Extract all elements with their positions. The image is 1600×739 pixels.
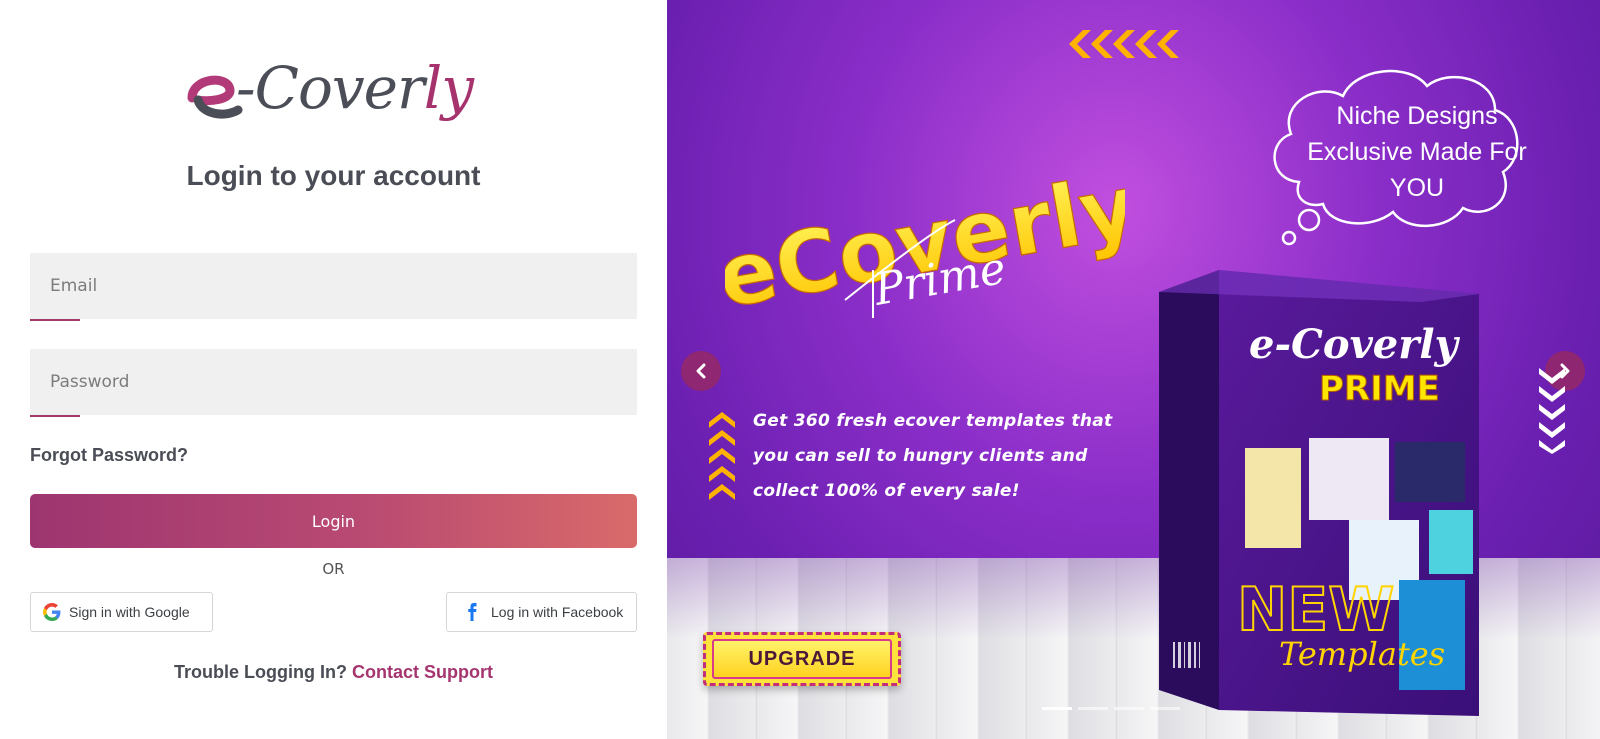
logo-wordmark: -Coverly: [236, 54, 474, 122]
cloud-line-3: YOU: [1389, 174, 1445, 202]
upgrade-button[interactable]: UPGRADE: [703, 632, 901, 686]
forgot-password-link[interactable]: Forgot Password?: [30, 445, 188, 466]
login-panel: -Coverly Login to your account Forgot Pa…: [0, 0, 667, 739]
upgrade-label: UPGRADE: [712, 639, 892, 679]
email-field[interactable]: [30, 253, 637, 319]
chevrons-up-icon: [709, 412, 735, 500]
product-templates-text: Templates: [1279, 635, 1445, 673]
slider-dot[interactable]: [1042, 707, 1072, 710]
logo-main-text: -Cover: [236, 54, 425, 122]
facebook-login-button[interactable]: Log in with Facebook: [446, 592, 637, 632]
slider-indicators: [1042, 707, 1180, 710]
logo-e-mark-icon: [187, 75, 243, 119]
slider-prev-button[interactable]: [681, 351, 721, 391]
cloud-line-1: Niche Designs: [1336, 102, 1498, 130]
chevrons-left-icon: [1069, 30, 1179, 58]
promo-banner-slide: eCoverly Prime Niche Designs Exclusive M…: [667, 0, 1600, 739]
or-divider: OR: [322, 560, 345, 578]
cloud-text: Niche Designs Exclusive Made For YOU: [1287, 98, 1547, 206]
trouble-text: Trouble Logging In?: [174, 662, 347, 682]
product-brand-text: e-Coverly: [1249, 321, 1461, 368]
page-title: Login to your account: [186, 160, 481, 191]
facebook-login-label: Log in with Facebook: [491, 604, 624, 620]
slider-dot[interactable]: [1078, 707, 1108, 710]
email-field-underline: [30, 319, 80, 321]
logo-accent-text: ly: [423, 54, 474, 122]
cloud-line-2: Exclusive Made For: [1307, 138, 1527, 166]
chevron-left-icon: [696, 363, 706, 379]
password-field[interactable]: [30, 349, 637, 415]
tagline-line-2: you can sell to hungry clients and: [753, 446, 1088, 466]
product-box-image: e-Coverly PRIME NEW Templates: [1159, 270, 1479, 716]
tagline-line-1: Get 360 fresh ecover templates that: [753, 411, 1113, 431]
ecoverly-prime-headline: eCoverly Prime: [725, 156, 1125, 329]
slider-dot[interactable]: [1114, 707, 1144, 710]
google-g-icon: [43, 603, 61, 621]
slider-dot[interactable]: [1150, 707, 1180, 710]
product-subtitle-text: PRIME: [1319, 369, 1440, 409]
trouble-logging-in: Trouble Logging In? Contact Support: [0, 662, 667, 683]
banner-tagline: Get 360 fresh ecover templates that you …: [753, 404, 1133, 509]
login-button[interactable]: Login: [30, 494, 637, 548]
chevrons-down-icon: [1539, 368, 1565, 454]
password-field-underline: [30, 415, 80, 417]
facebook-f-icon: [468, 603, 477, 621]
google-signin-label: Sign in with Google: [69, 604, 190, 620]
tagline-line-3: collect 100% of every sale!: [753, 481, 1020, 501]
contact-support-link[interactable]: Contact Support: [352, 662, 493, 682]
google-signin-button[interactable]: Sign in with Google: [30, 592, 213, 632]
ecoverly-logo: -Coverly: [184, 48, 484, 132]
